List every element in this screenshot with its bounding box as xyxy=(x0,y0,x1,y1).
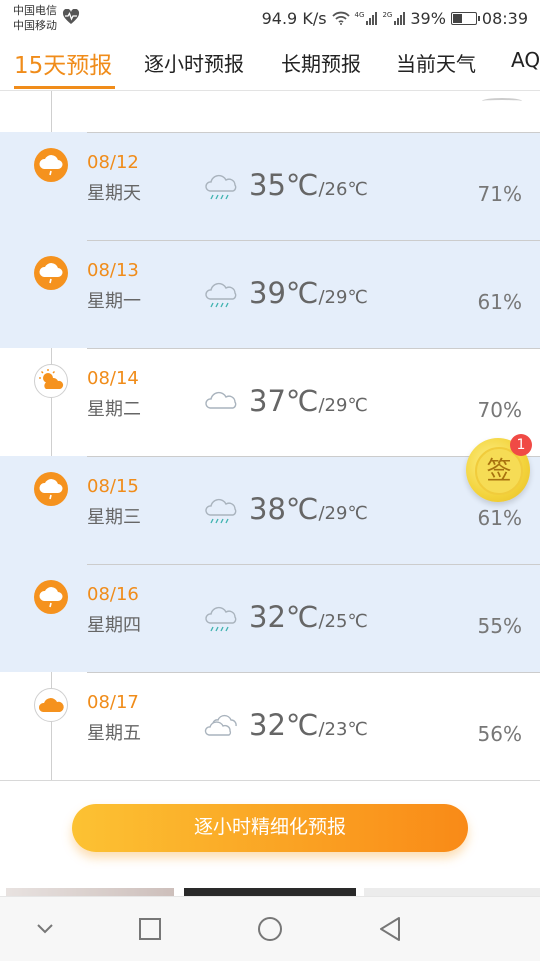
temp-high: 32℃ xyxy=(249,600,319,634)
ad-strip xyxy=(0,888,540,896)
signin-button[interactable]: 签 1 xyxy=(466,434,532,502)
recent-apps-icon[interactable] xyxy=(135,915,165,943)
temp-low: /26℃ xyxy=(318,179,368,200)
tab-hourly-forecast[interactable]: 逐小时预报 xyxy=(144,48,244,77)
chevron-down-icon[interactable] xyxy=(30,915,60,943)
forecast-date: 08/14 xyxy=(87,368,139,389)
battery-percent: 39% xyxy=(410,8,446,28)
rain-icon xyxy=(205,282,237,308)
rain-icon xyxy=(205,174,237,200)
humidity: 71% xyxy=(477,182,522,206)
temperature: 32℃/23℃ xyxy=(249,708,368,742)
clock: 08:39 xyxy=(481,8,528,28)
forecast-list: 08/12 星期天 35℃/26℃ 71% 08/13 星期一 39℃/29℃ … xyxy=(0,91,540,781)
forecast-row[interactable]: 08/14 星期二 37℃/29℃ 70% xyxy=(0,348,540,456)
temperature: 39℃/29℃ xyxy=(249,276,368,310)
temp-high: 38℃ xyxy=(249,492,319,526)
humidity: 56% xyxy=(477,722,522,746)
hourly-forecast-button[interactable]: 逐小时精细化预报 xyxy=(72,804,468,852)
temperature: 35℃/26℃ xyxy=(249,168,368,202)
temp-low: /29℃ xyxy=(318,395,368,416)
temp-high: 37℃ xyxy=(249,384,319,418)
signal-icon-1: 4G xyxy=(355,11,378,25)
rain-cloud-icon xyxy=(34,148,68,182)
temperature: 32℃/25℃ xyxy=(249,600,368,634)
forecast-row[interactable]: 08/15 星期三 38℃/29℃ 61% xyxy=(0,456,540,564)
wifi-icon xyxy=(331,11,350,25)
forecast-weekday: 星期二 xyxy=(87,399,141,420)
active-tab-indicator xyxy=(14,86,115,89)
navigation-bar xyxy=(0,896,540,961)
tab-aqi[interactable]: AQ xyxy=(511,48,540,72)
signal-1-tag: 4G xyxy=(354,11,365,19)
heart-rate-icon xyxy=(62,9,80,24)
humidity: 61% xyxy=(477,506,522,530)
tab-long-term-forecast[interactable]: 长期预报 xyxy=(281,48,361,77)
forecast-date: 08/17 xyxy=(87,692,139,713)
rain-cloud-icon xyxy=(34,472,68,506)
overcast-icon xyxy=(204,714,237,736)
temp-high: 39℃ xyxy=(249,276,319,310)
forecast-weekday: 星期三 xyxy=(87,507,141,528)
status-right: 94.9 K/s 4G 2G 39% 08:39 xyxy=(262,7,528,29)
rain-icon xyxy=(205,498,237,524)
forecast-weekday: 星期四 xyxy=(87,615,141,636)
rain-cloud-icon xyxy=(34,256,68,290)
battery-icon xyxy=(450,11,480,25)
humidity: 55% xyxy=(477,614,522,638)
temp-high: 35℃ xyxy=(249,168,319,202)
forecast-date: 08/15 xyxy=(87,476,139,497)
forecast-date: 08/13 xyxy=(87,260,139,281)
forecast-row[interactable]: 08/12 星期天 35℃/26℃ 71% xyxy=(0,132,540,240)
forecast-row[interactable]: 08/16 星期四 32℃/25℃ 55% xyxy=(0,564,540,672)
cloudy-icon xyxy=(34,688,68,722)
temp-low: /23℃ xyxy=(318,719,368,740)
list-divider xyxy=(0,780,540,781)
forecast-weekday: 星期天 xyxy=(87,183,141,204)
partial-row xyxy=(0,91,540,132)
temp-low: /29℃ xyxy=(318,287,368,308)
forecast-row[interactable]: 08/13 星期一 39℃/29℃ 61% xyxy=(0,240,540,348)
tab-current-weather[interactable]: 当前天气 xyxy=(396,48,476,77)
rain-cloud-icon xyxy=(34,580,68,614)
rain-icon xyxy=(205,606,237,632)
carrier-2: 中国移动 xyxy=(13,19,57,32)
humidity: 61% xyxy=(477,290,522,314)
carrier-1: 中国电信 xyxy=(13,4,57,17)
humidity: 70% xyxy=(477,398,522,422)
forecast-weekday: 星期一 xyxy=(87,291,141,312)
temperature: 38℃/29℃ xyxy=(249,492,368,526)
forecast-row[interactable]: 08/17 星期五 32℃/23℃ 56% xyxy=(0,672,540,780)
forecast-tabs: 15天预报 逐小时预报 长期预报 当前天气 AQ xyxy=(0,36,540,91)
partly-cloudy-icon xyxy=(34,364,68,398)
signal-2-tag: 2G xyxy=(382,11,393,19)
home-icon[interactable] xyxy=(255,915,285,943)
forecast-date: 08/16 xyxy=(87,584,139,605)
back-icon[interactable] xyxy=(375,915,405,943)
forecast-date: 08/12 xyxy=(87,152,139,173)
tab-15-day-forecast[interactable]: 15天预报 xyxy=(14,46,112,80)
temp-low: /25℃ xyxy=(318,611,368,632)
notification-badge: 1 xyxy=(510,434,532,456)
signal-icon-2: 2G xyxy=(382,11,406,25)
temp-high: 32℃ xyxy=(249,708,319,742)
status-bar: 中国电信 中国移动 94.9 K/s 4G 2G 39% 08:39 xyxy=(0,0,540,36)
forecast-weekday: 星期五 xyxy=(87,723,141,744)
carrier-info: 中国电信 中国移动 xyxy=(13,3,57,33)
cloud-icon xyxy=(205,391,237,409)
temperature: 37℃/29℃ xyxy=(249,384,368,418)
net-speed: 94.9 K/s xyxy=(261,8,327,28)
temp-low: /29℃ xyxy=(318,503,368,524)
